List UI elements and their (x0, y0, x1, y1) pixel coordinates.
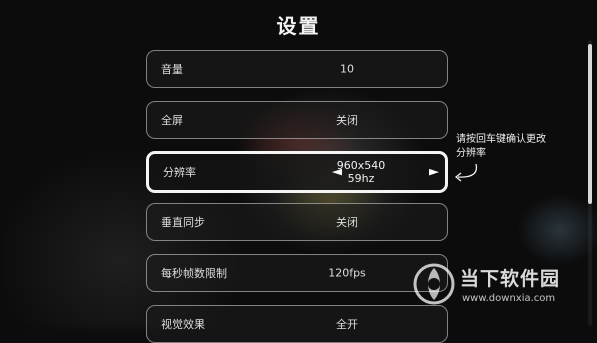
page-title: 设置 (276, 14, 321, 38)
setting-label: 视觉效果 (161, 318, 205, 331)
setting-label: 垂直同步 (161, 216, 205, 229)
setting-row-visual-effects[interactable]: 视觉效果 全开 (146, 305, 448, 343)
setting-label: 分辨率 (163, 166, 196, 179)
watermark-url: www.downxia.com (462, 293, 556, 304)
scrollbar-thumb[interactable] (588, 44, 592, 204)
setting-row-resolution[interactable]: 分辨率 ◄ 960x540 59hz ► (146, 151, 448, 193)
watermark-logo-icon (413, 263, 455, 305)
setting-row-fullscreen[interactable]: 全屏 关闭 (146, 101, 448, 139)
setting-label: 音量 (161, 63, 183, 76)
watermark-name: 当下软件园 (460, 268, 561, 290)
setting-value: 关闭 (336, 216, 358, 229)
resolution-size: 960x540 (336, 159, 386, 172)
setting-row-fps-limit[interactable]: 每秒帧数限制 120fps (146, 254, 448, 292)
curved-arrow-icon (454, 163, 478, 182)
setting-value: 全开 (336, 318, 358, 331)
hint-line: 分辨率 (456, 148, 486, 159)
confirm-hint: 请按回车键确认更改 分辨率 (456, 133, 566, 161)
setting-row-volume[interactable]: 音量 10 (146, 50, 448, 88)
refresh-rate: 59hz (347, 172, 375, 185)
setting-value: 120fps (328, 266, 366, 280)
setting-value: 关闭 (336, 114, 358, 127)
hint-line: 请按回车键确认更改 (456, 134, 546, 145)
setting-label: 每秒帧数限制 (161, 267, 227, 280)
setting-label: 全屏 (161, 114, 183, 127)
site-watermark: 当下软件园 www.downxia.com (410, 258, 597, 329)
setting-value: 10 (340, 62, 354, 76)
setting-row-vsync[interactable]: 垂直同步 关闭 (146, 203, 448, 241)
next-option-arrow-icon[interactable]: ► (429, 165, 439, 180)
setting-value: 960x540 59hz (337, 159, 386, 185)
